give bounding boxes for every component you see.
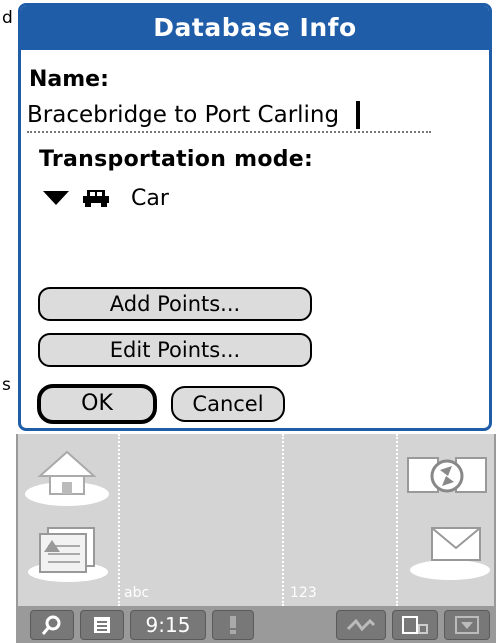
ok-button[interactable]: OK <box>37 384 157 424</box>
background-text-top: d <box>2 8 13 28</box>
graffiti-button[interactable] <box>336 610 386 640</box>
transportation-mode-label: Transportation mode: <box>39 147 314 172</box>
dialog-title: Database Info <box>21 6 489 50</box>
alert-icon <box>230 616 236 634</box>
clock-time: 9:15 <box>145 613 191 637</box>
edit-points-button[interactable]: Edit Points... <box>38 333 312 367</box>
name-label: Name: <box>29 67 109 92</box>
transportation-mode-value: Car <box>131 185 169 211</box>
transportation-mode-selector[interactable]: Car <box>43 183 169 213</box>
calendar-icon[interactable] <box>26 520 112 584</box>
silkscreen-divider <box>118 434 120 606</box>
menu-button[interactable] <box>80 610 124 640</box>
silkscreen-divider <box>396 434 398 606</box>
status-bar: 9:15 <box>16 606 496 643</box>
alert-button[interactable] <box>212 610 254 640</box>
find-icon <box>41 615 61 635</box>
name-input[interactable] <box>27 99 431 133</box>
numeric-label: 123 <box>290 585 317 601</box>
sync-icon[interactable] <box>402 452 492 502</box>
silkscreen-divider <box>282 434 284 606</box>
menu-icon <box>94 617 110 633</box>
cancel-button[interactable]: Cancel <box>171 386 285 422</box>
add-points-button[interactable]: Add Points... <box>38 287 312 321</box>
clock[interactable]: 9:15 <box>130 610 206 640</box>
database-info-dialog: Database Info Name: Transportation mode:… <box>18 3 492 431</box>
abc-label: abc <box>124 585 150 601</box>
input-toggle-button[interactable] <box>392 610 438 640</box>
text-caret <box>356 101 360 129</box>
hide-icon <box>455 616 479 634</box>
input-toggle-icon <box>402 616 428 634</box>
hide-input-button[interactable] <box>444 610 490 640</box>
graffiti-icon <box>346 618 376 632</box>
dropdown-triangle-icon <box>43 191 69 205</box>
mail-icon[interactable] <box>408 518 492 582</box>
silkscreen-area: abc 123 <box>16 434 496 606</box>
car-icon <box>83 190 109 207</box>
find-button[interactable] <box>30 610 74 640</box>
background-text-bottom: s <box>2 375 11 395</box>
home-icon[interactable] <box>22 446 112 508</box>
